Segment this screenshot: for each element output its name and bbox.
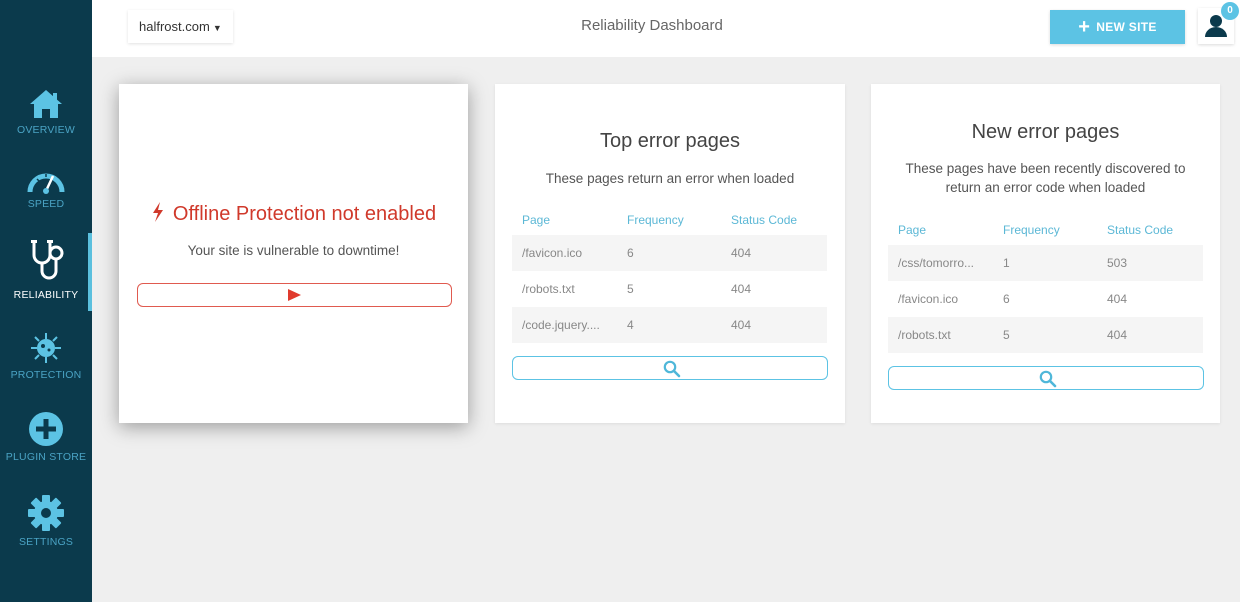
play-icon — [288, 289, 301, 301]
sidebar-item-overview[interactable]: OVERVIEW — [0, 88, 92, 136]
search-errors-button[interactable] — [512, 356, 828, 380]
sidebar: OVERVIEW SPEED RELIABILITY PROTECTION PL… — [0, 0, 92, 602]
error-table: Page Frequency Status Code /css/tomorro.… — [888, 215, 1203, 353]
status-cell: 503 — [1107, 256, 1128, 270]
sidebar-item-plugin-store[interactable]: PLUGIN STORE — [0, 411, 92, 463]
home-icon — [30, 90, 62, 118]
sidebar-item-reliability[interactable]: RELIABILITY — [0, 239, 92, 301]
column-header[interactable]: Status Code — [721, 213, 827, 227]
card-description-line2: return an error code when loaded — [945, 180, 1146, 195]
new-site-label: NEW SITE — [1096, 20, 1157, 34]
table-row[interactable]: /robots.txt 5 404 — [888, 317, 1203, 353]
notification-badge: 0 — [1221, 2, 1239, 20]
card-title: Top error pages — [599, 130, 741, 152]
active-indicator — [88, 233, 92, 311]
card-title: New error pages — [971, 121, 1120, 143]
sidebar-item-label: PLUGIN STORE — [5, 451, 87, 463]
page-cell: /favicon.ico — [522, 246, 583, 260]
sidebar-item-label: RELIABILITY — [13, 289, 79, 301]
column-header[interactable]: Frequency — [617, 213, 721, 227]
stethoscope-icon — [31, 240, 64, 280]
search-errors-button[interactable] — [888, 366, 1204, 390]
status-cell: 404 — [731, 282, 752, 296]
sidebar-item-label: SPEED — [27, 198, 65, 210]
top-error-pages-card: Top error pages These pages return an er… — [495, 84, 845, 423]
gear-icon — [28, 495, 64, 531]
column-header[interactable]: Frequency — [993, 223, 1097, 237]
offline-protection-card: Offline Protection not enabled Your site… — [119, 84, 468, 423]
status-cell: 404 — [731, 246, 752, 260]
sidebar-item-protection[interactable]: PROTECTION — [0, 331, 92, 381]
new-site-button[interactable]: + NEW SITE — [1050, 10, 1185, 44]
new-error-pages-card: New error pages These pages have been re… — [871, 84, 1220, 423]
page-cell: /favicon.ico — [898, 292, 959, 306]
speedometer-icon — [27, 173, 65, 194]
virus-icon — [31, 333, 61, 363]
plus-icon: + — [1078, 16, 1091, 38]
search-icon — [1039, 370, 1057, 388]
table-row[interactable]: /css/tomorro... 1 503 — [888, 245, 1203, 281]
plus-circle-icon — [29, 412, 63, 446]
column-header[interactable]: Page — [512, 213, 617, 227]
search-icon — [663, 360, 681, 378]
offline-subtitle: Your site is vulnerable to downtime! — [187, 243, 400, 258]
column-header[interactable]: Page — [888, 223, 993, 237]
column-header[interactable]: Status Code — [1097, 223, 1203, 237]
sidebar-item-label: SETTINGS — [18, 536, 74, 548]
table-row[interactable]: /favicon.ico 6 404 — [512, 235, 827, 271]
sidebar-item-label: OVERVIEW — [16, 124, 75, 136]
offline-title: Offline Protection not enabled — [119, 202, 468, 226]
table-header: Page Frequency Status Code — [512, 205, 827, 235]
card-description-line1: These pages have been recently discovere… — [905, 161, 1186, 176]
frequency-cell: 6 — [627, 246, 634, 260]
page-cell: /robots.txt — [522, 282, 575, 296]
topbar: halfrost.com ▼ Reliability Dashboard + NEW… — [92, 0, 1240, 57]
frequency-cell: 1 — [1003, 256, 1010, 270]
status-cell: 404 — [1107, 328, 1128, 342]
lightning-icon — [152, 202, 163, 222]
page-cell: /css/tomorro... — [898, 256, 975, 270]
offline-title-text: Offline Protection not enabled — [172, 203, 437, 225]
card-description: These pages return an error when loaded — [545, 171, 795, 186]
frequency-cell: 5 — [1003, 328, 1010, 342]
table-row[interactable]: /favicon.ico 6 404 — [888, 281, 1203, 317]
table-row[interactable]: /code.jquery.... 4 404 — [512, 307, 827, 343]
error-table: Page Frequency Status Code /favicon.ico … — [512, 205, 827, 343]
page-title: Reliability Dashboard — [581, 17, 723, 34]
status-cell: 404 — [1107, 292, 1128, 306]
frequency-cell: 6 — [1003, 292, 1010, 306]
frequency-cell: 5 — [627, 282, 634, 296]
table-header: Page Frequency Status Code — [888, 215, 1203, 245]
sidebar-item-label: PROTECTION — [10, 369, 82, 381]
frequency-cell: 4 — [627, 318, 634, 332]
page-cell: /code.jquery.... — [522, 318, 600, 332]
table-row[interactable]: /robots.txt 5 404 — [512, 271, 827, 307]
enable-offline-button[interactable] — [137, 283, 452, 307]
page-cell: /robots.txt — [898, 328, 951, 342]
sidebar-item-speed[interactable]: SPEED — [0, 168, 92, 210]
sidebar-item-settings[interactable]: SETTINGS — [0, 494, 92, 548]
status-cell: 404 — [731, 318, 752, 332]
